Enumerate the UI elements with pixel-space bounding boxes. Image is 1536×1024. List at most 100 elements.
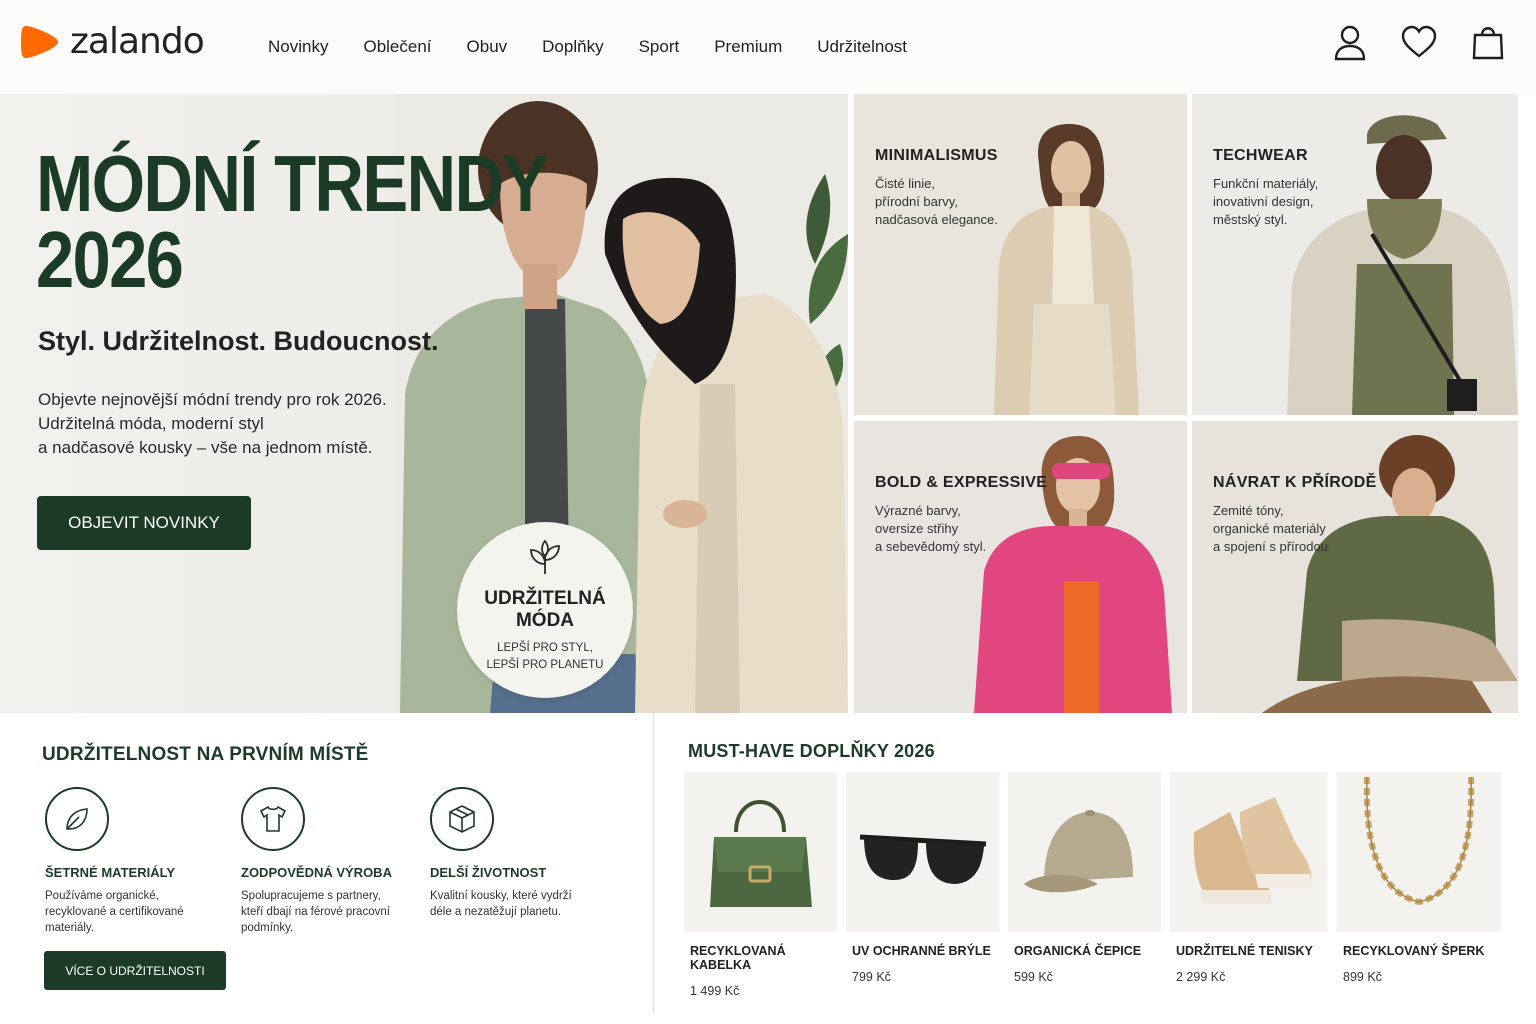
trend-title: MINIMALISMUS [875, 147, 998, 164]
product-image [684, 772, 837, 932]
trend-desc-line: organické materiály [1213, 521, 1326, 536]
hero-desc-line2: Udržitelná móda, moderní styl [38, 414, 264, 433]
product-name: ORGANICKÁ ČEPICE [1014, 944, 1142, 958]
hero-description: Objevte nejnovější módní trendy pro rok … [38, 388, 398, 460]
necklace-icon [1363, 776, 1475, 906]
hero-title-line1: MÓDNÍ TRENDY [36, 139, 548, 228]
bold-model-photo [974, 436, 1172, 713]
product-image [1008, 772, 1161, 932]
bag-icon [1472, 27, 1504, 60]
product-card[interactable]: RECYKLOVANÁ KABELKA 1 499 Kč [684, 772, 837, 998]
product-image [1337, 772, 1501, 932]
feature-description: Spolupracujeme s partnery, kteří dbají n… [241, 888, 431, 936]
user-icon [1334, 25, 1366, 61]
badge-title-line2: MÓDA [515, 610, 575, 631]
trend-desc-line: Zemité tóny, [1213, 503, 1284, 518]
product-price: 899 Kč [1343, 970, 1382, 984]
nav-item-premium[interactable]: Premium [714, 36, 782, 58]
feature-desc-line: materiály. [45, 922, 94, 934]
product-price: 1 499 Kč [690, 984, 740, 998]
product-name: UV OCHRANNÉ BRÝLE [852, 944, 991, 958]
badge-sub-line2: LEPŠÍ PRO PLANETU [486, 659, 604, 671]
leaf-icon [530, 539, 560, 574]
trend-description: Zemité tóny, organické materiály a spoje… [1213, 502, 1332, 556]
feature-desc-line: recyklované a certifikované [45, 906, 184, 918]
cap-icon [1024, 810, 1133, 893]
techwear-model-photo [1287, 115, 1518, 415]
sustainability-heading: UDRŽITELNOST NA PRVNÍM MÍSTĚ [42, 744, 369, 765]
trend-desc-line: inovativní design, [1213, 194, 1314, 209]
feature-desc-line: Spolupracujeme s partnery, [241, 890, 381, 902]
product-name: RECYKLOVANÝ ŠPERK [1343, 944, 1485, 958]
product-card[interactable]: UDRŽITELNÉ TENISKY 2 299 Kč [1170, 772, 1327, 984]
nav-item-sport[interactable]: Sport [639, 36, 680, 58]
badge-title: UDRŽITELNÁ MÓDA [457, 588, 633, 632]
trend-desc-line: oversize střihy [875, 521, 959, 536]
feature-desc-line: podmínky. [241, 922, 294, 934]
trend-description: Funkční materiály, inovativní design, mě… [1213, 175, 1318, 229]
trend-description: Čisté linie, přírodní barvy, nadčasová e… [875, 175, 998, 229]
feature-title: ŠETRNÉ MATERIÁLY [45, 865, 176, 880]
product-price: 799 Kč [852, 970, 891, 984]
nav-item-obuv[interactable]: Obuv [467, 36, 508, 58]
main-nav: Novinky Oblečení Obuv Doplňky Sport Prem… [268, 36, 907, 58]
trend-desc-line: přírodní barvy, [875, 194, 958, 209]
minimalism-model-photo [994, 124, 1139, 415]
logo-text: zalando [70, 21, 205, 62]
nav-item-udrzitelnost[interactable]: Udržitelnost [817, 36, 907, 58]
leaf-icon [66, 808, 88, 830]
product-price: 2 299 Kč [1176, 970, 1226, 984]
badge-subtitle: LEPŠÍ PRO STYL, LEPŠÍ PRO PLANETU [457, 640, 633, 674]
nav-item-novinky[interactable]: Novinky [268, 36, 328, 58]
site-header: zalando Novinky Oblečení Obuv Doplňky Sp… [0, 0, 1536, 94]
product-name: RECYKLOVANÁ KABELKA [690, 944, 786, 972]
hero-desc-line3: a nadčasové kousky – vše na jednom místě… [38, 438, 373, 457]
badge-title-line1: UDRŽITELNÁ [484, 588, 606, 609]
nav-item-obleceni[interactable]: Oblečení [363, 36, 431, 58]
trend-tile-navrat-k-prirode[interactable]: NÁVRAT K PŘÍRODĚ Zemité tóny, organické … [1192, 421, 1518, 713]
feature-desc-line: déle a nezatěžují planetu. [430, 906, 562, 918]
trend-desc-line: Funkční materiály, [1213, 176, 1319, 191]
trend-desc-line: a spojení s přírodou. [1213, 539, 1332, 554]
trend-desc-line: Čisté linie, [875, 176, 935, 191]
hero-title-line2: 2026 [36, 215, 184, 304]
product-card[interactable]: RECYKLOVANÝ ŠPERK 899 Kč [1337, 772, 1501, 984]
zalando-logo[interactable]: zalando [20, 21, 205, 62]
feature-title: DELŠÍ ŽIVOTNOST [430, 865, 547, 880]
sunglasses-icon [859, 834, 987, 884]
product-card[interactable]: UV OCHRANNÉ BRÝLE 799 Kč [846, 772, 999, 984]
product-price: 599 Kč [1014, 970, 1053, 984]
account-button[interactable] [1330, 22, 1370, 62]
nature-model-photo [1262, 435, 1518, 713]
tshirt-icon [259, 805, 287, 832]
feature-icon-circle [241, 787, 305, 851]
handbag-icon [710, 800, 812, 907]
trend-desc-line: a sebevědomý styl. [875, 539, 987, 554]
explore-new-button[interactable]: OBJEVIT NOVINKY [37, 496, 251, 550]
feature-desc-line: Používáme organické, [45, 890, 159, 902]
nav-item-doplnky[interactable]: Doplňky [542, 36, 603, 58]
product-image [846, 772, 999, 932]
trend-tile-minimalismus[interactable]: MINIMALISMUS Čisté linie, přírodní barvy… [854, 94, 1187, 415]
product-card[interactable]: ORGANICKÁ ČEPICE 599 Kč [1008, 772, 1161, 984]
feature-zodpovedna-vyroba: ZODPOVĚDNÁ VÝROBA Spolupracujeme s partn… [241, 787, 431, 936]
trend-tile-bold-expressive[interactable]: BOLD & EXPRESSIVE Výrazné barvy, oversiz… [854, 421, 1187, 713]
feature-setrne-materialy: ŠETRNÉ MATERIÁLY Používáme organické, re… [45, 787, 235, 936]
trend-title: BOLD & EXPRESSIVE [875, 474, 1048, 491]
wishlist-button[interactable] [1399, 22, 1439, 62]
box-icon [449, 805, 475, 833]
trend-description: Výrazné barvy, oversize střihy a sebevěd… [875, 502, 986, 556]
feature-delsi-zivotnost: DELŠÍ ŽIVOTNOST Kvalitní kousky, které v… [430, 787, 620, 920]
hero-title: MÓDNÍ TRENDY 2026 [36, 139, 548, 304]
zalando-logo-icon [21, 26, 58, 58]
badge-sub-line1: LEPŠÍ PRO STYL, [497, 642, 593, 654]
hero-subtitle: Styl. Udržitelnost. Budoucnost. [38, 326, 439, 356]
hero-desc-line1: Objevte nejnovější módní trendy pro rok … [38, 390, 387, 409]
trend-desc-line: městský styl. [1213, 212, 1288, 227]
feature-description: Kvalitní kousky, které vydrží déle a nez… [430, 888, 620, 920]
sustainable-fashion-badge: UDRŽITELNÁ MÓDA LEPŠÍ PRO STYL, LEPŠÍ PR… [457, 522, 633, 698]
feature-icon-circle [45, 787, 109, 851]
trend-tile-techwear[interactable]: TECHWEAR Funkční materiály, inovativní d… [1192, 94, 1518, 415]
cart-button[interactable] [1468, 22, 1508, 62]
more-sustainability-button[interactable]: VÍCE O UDRŽITELNOSTI [44, 951, 226, 990]
